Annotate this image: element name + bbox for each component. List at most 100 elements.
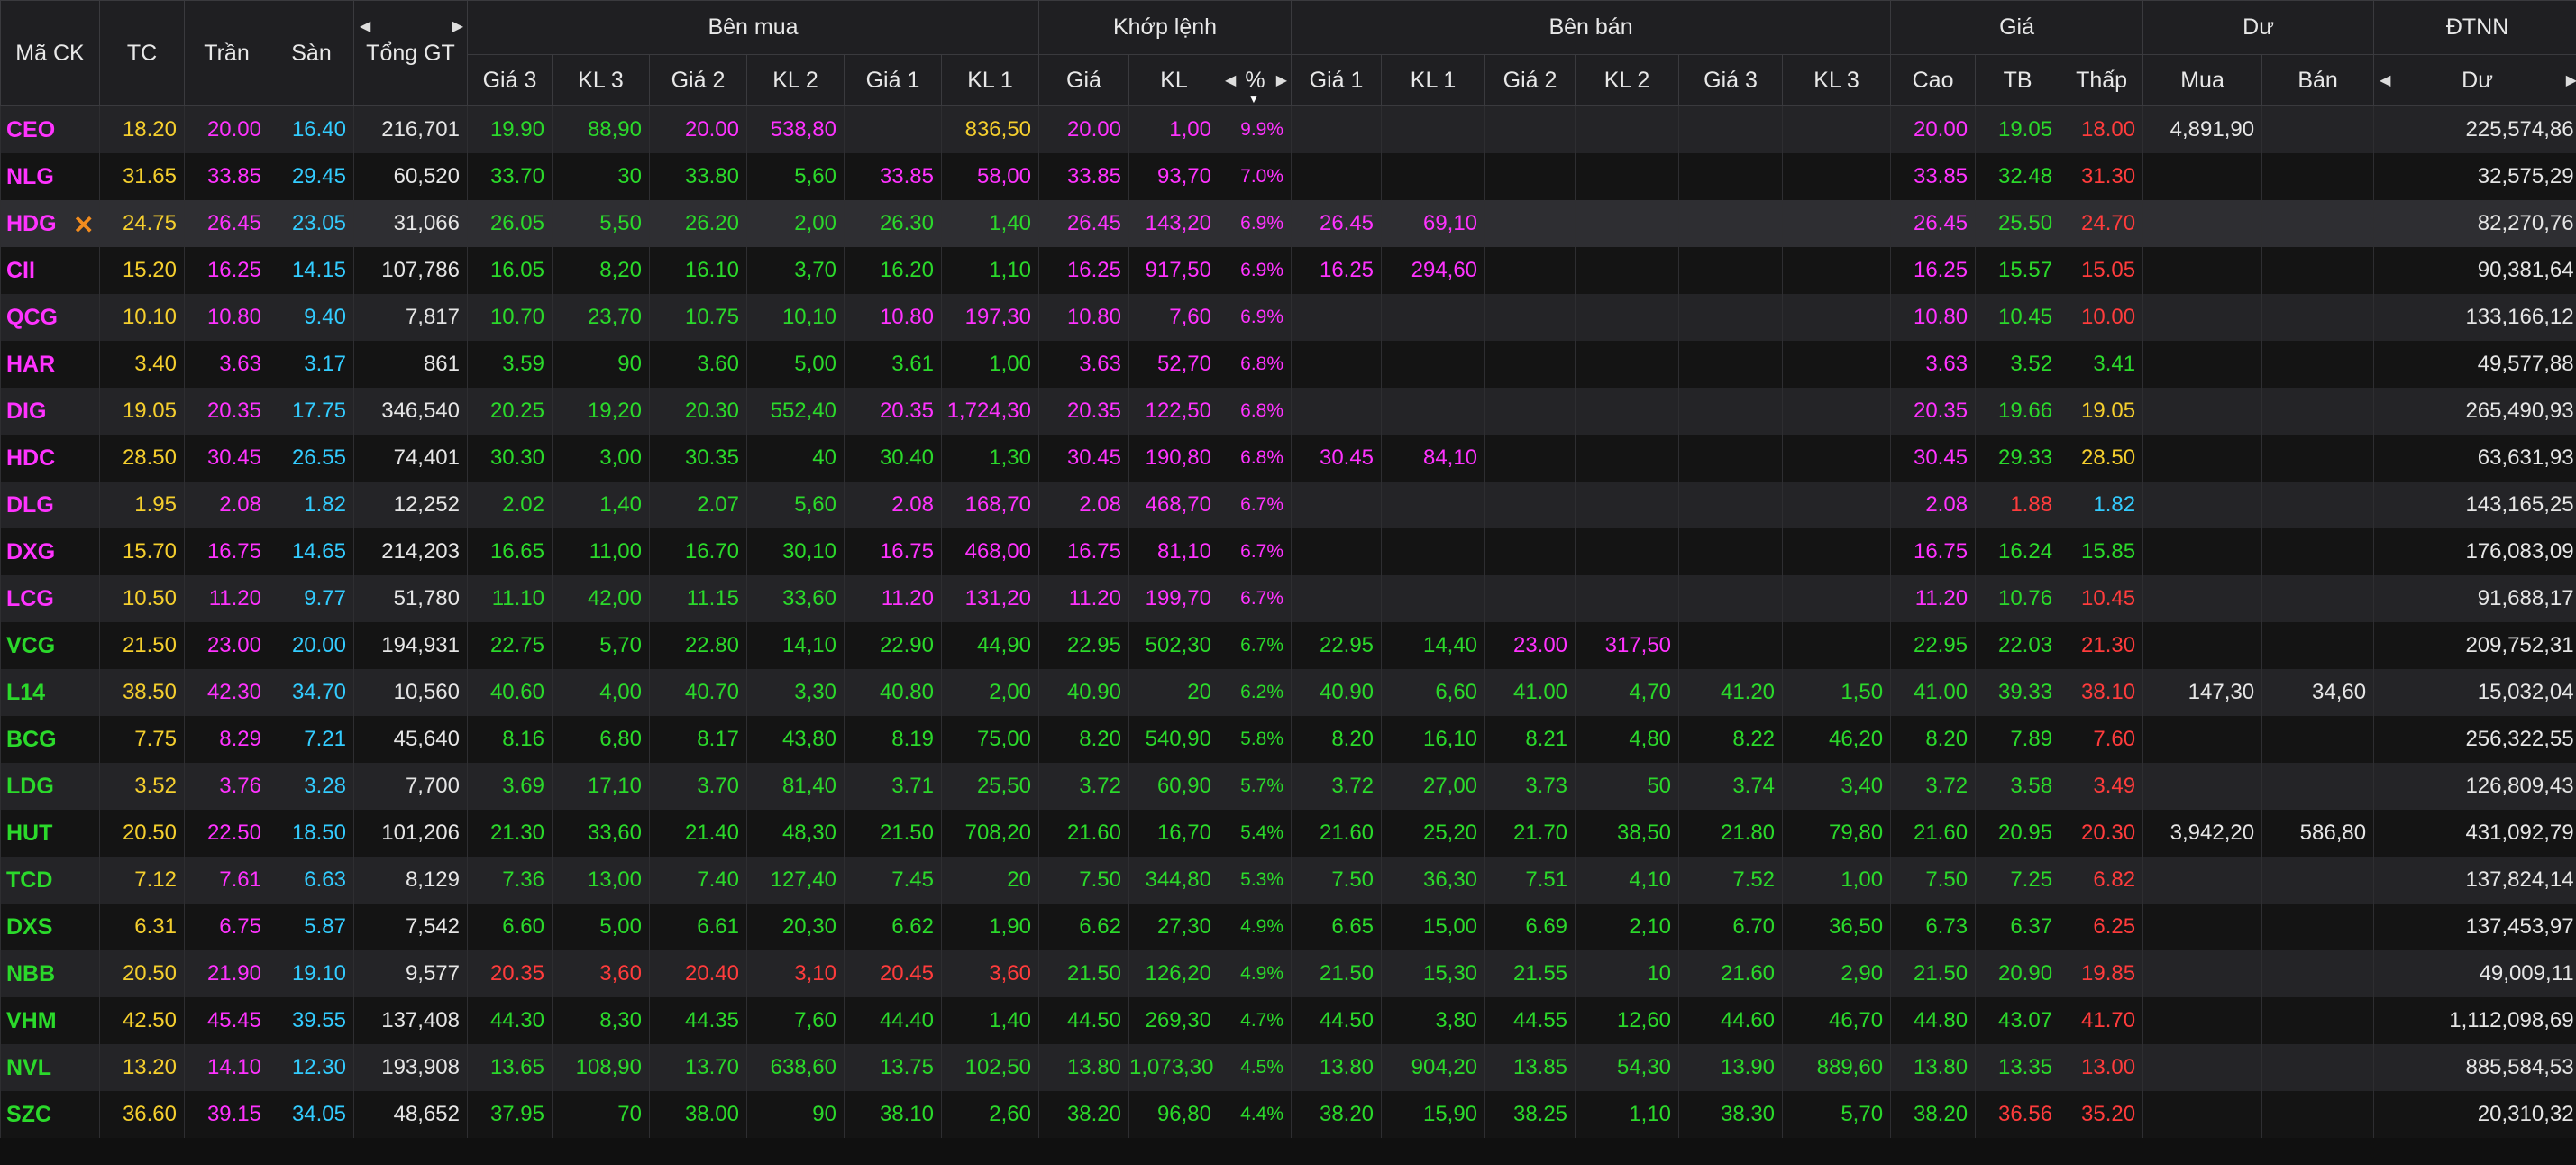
table-row[interactable]: NLG 31.65 33.85 29.45 60,520 33.70 30 33.80 5,60… — [0, 153, 2576, 200]
table-row[interactable]: VCG 21.50 23.00 20.00 194,931 22.75 5,70 22.80 1… — [0, 622, 2576, 669]
symbol-cell[interactable]: HDG ✕ — [0, 200, 100, 247]
symbol-label[interactable]: NBB — [6, 961, 55, 986]
col-ceiling[interactable]: Trần — [184, 0, 269, 106]
table-row[interactable]: VHM 42.50 45.45 39.55 137,408 44.30 8,30 44.35 7… — [0, 997, 2576, 1044]
col-sell-vol-3[interactable]: KL 3 — [1782, 54, 1892, 106]
symbol-cell[interactable]: SZC — [0, 1091, 100, 1138]
col-high[interactable]: Cao — [1890, 54, 1977, 106]
table-row[interactable]: NVL 13.20 14.10 12.30 193,908 13.65 108,90 13.7… — [0, 1044, 2576, 1091]
table-row[interactable]: HDG ✕ 24.75 26.45 23.05 31,066 26.05 5,50 26.20 2… — [0, 200, 2576, 247]
symbol-cell[interactable]: L14 — [0, 669, 100, 716]
symbol-cell[interactable]: NVL — [0, 1044, 100, 1091]
remove-watch-icon[interactable]: ✕ — [73, 210, 94, 240]
table-row[interactable]: CII 15.20 16.25 14.15 107,786 16.05 8,20 16.10 3… — [0, 247, 2576, 294]
symbol-label[interactable]: TCD — [6, 867, 52, 893]
col-buy-price-3[interactable]: Giá 3 — [467, 54, 553, 106]
col-buy-vol-1[interactable]: KL 1 — [941, 54, 1039, 106]
symbol-label[interactable]: HUT — [6, 821, 52, 846]
table-row[interactable]: L14 38.50 42.30 34.70 10,560 40.60 4,00 40.70 3,… — [0, 669, 2576, 716]
col-total-value[interactable]: ◀ Tổng GT ▶ — [353, 0, 468, 106]
table-row[interactable]: SZC 36.60 39.15 34.05 48,652 37.95 70 38.00 90 38… — [0, 1091, 2576, 1138]
scroll-left-icon[interactable]: ◀ — [1225, 71, 1236, 89]
col-foreign-remain[interactable]: ◀ Dư ▶ — [2373, 54, 2576, 106]
symbol-cell[interactable]: NBB — [0, 950, 100, 997]
symbol-label[interactable]: DIG — [6, 399, 46, 424]
symbol-label[interactable]: SZC — [6, 1102, 51, 1127]
col-low[interactable]: Thấp — [2060, 54, 2144, 106]
symbol-label[interactable]: HAR — [6, 352, 55, 377]
symbol-cell[interactable]: TCD — [0, 857, 100, 904]
symbol-label[interactable]: HDG — [6, 211, 57, 236]
symbol-label[interactable]: DLG — [6, 492, 54, 518]
symbol-label[interactable]: LCG — [6, 586, 54, 611]
col-remain-sell[interactable]: Bán — [2261, 54, 2375, 106]
col-match-vol[interactable]: KL — [1128, 54, 1219, 106]
col-buy-price-2[interactable]: Giá 2 — [649, 54, 747, 106]
symbol-label[interactable]: DXS — [6, 914, 52, 940]
scroll-right-icon[interactable]: ▶ — [2566, 71, 2576, 89]
table-row[interactable]: CEO 18.20 20.00 16.40 216,701 19.90 88,90 20.00… — [0, 105, 2576, 153]
symbol-cell[interactable]: BCG — [0, 716, 100, 763]
symbol-label[interactable]: NVL — [6, 1055, 51, 1080]
symbol-label[interactable]: DXG — [6, 539, 55, 564]
symbol-cell[interactable]: DXS — [0, 904, 100, 950]
table-row[interactable]: LCG 10.50 11.20 9.77 51,780 11.10 42,00 11.15 33… — [0, 575, 2576, 622]
col-avg[interactable]: TB — [1975, 54, 2061, 106]
symbol-label[interactable]: L14 — [6, 680, 45, 705]
col-symbol[interactable]: Mã CK — [0, 0, 100, 106]
col-match-pct[interactable]: ◀% ▼ ▶ — [1218, 54, 1293, 106]
table-row[interactable]: HDC 28.50 30.45 26.55 74,401 30.30 3,00 30.35 40… — [0, 435, 2576, 482]
symbol-cell[interactable]: VHM — [0, 997, 100, 1044]
symbol-cell[interactable]: QCG — [0, 294, 100, 341]
col-match-price[interactable]: Giá — [1038, 54, 1129, 106]
col-ref[interactable]: TC — [99, 0, 185, 106]
col-sell-price-3[interactable]: Giá 3 — [1678, 54, 1784, 106]
symbol-label[interactable]: CEO — [6, 117, 55, 142]
col-buy-price-1[interactable]: Giá 1 — [844, 54, 942, 106]
symbol-label[interactable]: BCG — [6, 727, 57, 752]
col-sell-vol-1[interactable]: KL 1 — [1381, 54, 1486, 106]
col-buy-vol-3[interactable]: KL 3 — [552, 54, 650, 106]
col-sell-price-2[interactable]: Giá 2 — [1484, 54, 1576, 106]
symbol-cell[interactable]: CEO — [0, 105, 100, 153]
symbol-label[interactable]: LDG — [6, 774, 54, 799]
symbol-cell[interactable]: DIG — [0, 388, 100, 435]
table-row[interactable]: DLG 1.95 2.08 1.82 12,252 2.02 1,40 2.07 5,60 2.0… — [0, 482, 2576, 528]
scroll-right-icon[interactable]: ▶ — [1276, 71, 1287, 89]
symbol-cell[interactable]: HDC — [0, 435, 100, 482]
table-row[interactable]: HAR 3.40 3.63 3.17 861 3.59 90 3.60 5,00 3.61 1,00… — [0, 341, 2576, 388]
symbol-label[interactable]: NLG — [6, 164, 54, 189]
scroll-right-icon[interactable]: ▶ — [452, 17, 463, 35]
col-sell-price-1[interactable]: Giá 1 — [1291, 54, 1383, 106]
table-row[interactable]: DXG 15.70 16.75 14.65 214,203 16.65 11,00 16.70… — [0, 528, 2576, 575]
scroll-left-icon[interactable]: ◀ — [2380, 71, 2390, 89]
col-floor[interactable]: Sàn — [269, 0, 354, 106]
table-row[interactable]: BCG 7.75 8.29 7.21 45,640 8.16 6,80 8.17 43,80 8.… — [0, 716, 2576, 763]
symbol-cell[interactable]: NLG — [0, 153, 100, 200]
symbol-label[interactable]: VCG — [6, 633, 55, 658]
table-row[interactable]: TCD 7.12 7.61 6.63 8,129 7.36 13,00 7.40 127,40 7… — [0, 857, 2576, 904]
scroll-left-icon[interactable]: ◀ — [360, 17, 370, 35]
table-row[interactable]: NBB 20.50 21.90 19.10 9,577 20.35 3,60 20.40 3,1… — [0, 950, 2576, 997]
symbol-label[interactable]: QCG — [6, 305, 58, 330]
col-remain-buy[interactable]: Mua — [2142, 54, 2263, 106]
table-row[interactable]: LDG 3.52 3.76 3.28 7,700 3.69 17,10 3.70 81,40 3.… — [0, 763, 2576, 810]
symbol-cell[interactable]: DLG — [0, 482, 100, 528]
symbol-label[interactable]: VHM — [6, 1008, 57, 1033]
symbol-cell[interactable]: CII — [0, 247, 100, 294]
table-row[interactable]: QCG 10.10 10.80 9.40 7,817 10.70 23,70 10.75 10,… — [0, 294, 2576, 341]
sort-desc-icon[interactable]: ▼ — [1248, 93, 1259, 105]
symbol-cell[interactable]: HUT — [0, 810, 100, 857]
table-row[interactable]: DXS 6.31 6.75 5.87 7,542 6.60 5,00 6.61 20,30 6.6… — [0, 904, 2576, 950]
symbol-cell[interactable]: VCG — [0, 622, 100, 669]
symbol-label[interactable]: HDC — [6, 445, 55, 471]
symbol-cell[interactable]: LCG — [0, 575, 100, 622]
col-sell-vol-2[interactable]: KL 2 — [1575, 54, 1680, 106]
symbol-cell[interactable]: HAR — [0, 341, 100, 388]
table-row[interactable]: HUT 20.50 22.50 18.50 101,206 21.30 33,60 21.40… — [0, 810, 2576, 857]
symbol-cell[interactable]: LDG — [0, 763, 100, 810]
table-row[interactable]: DIG 19.05 20.35 17.75 346,540 20.25 19,20 20.30… — [0, 388, 2576, 435]
symbol-cell[interactable]: DXG — [0, 528, 100, 575]
col-buy-vol-2[interactable]: KL 2 — [746, 54, 845, 106]
symbol-label[interactable]: CII — [6, 258, 35, 283]
